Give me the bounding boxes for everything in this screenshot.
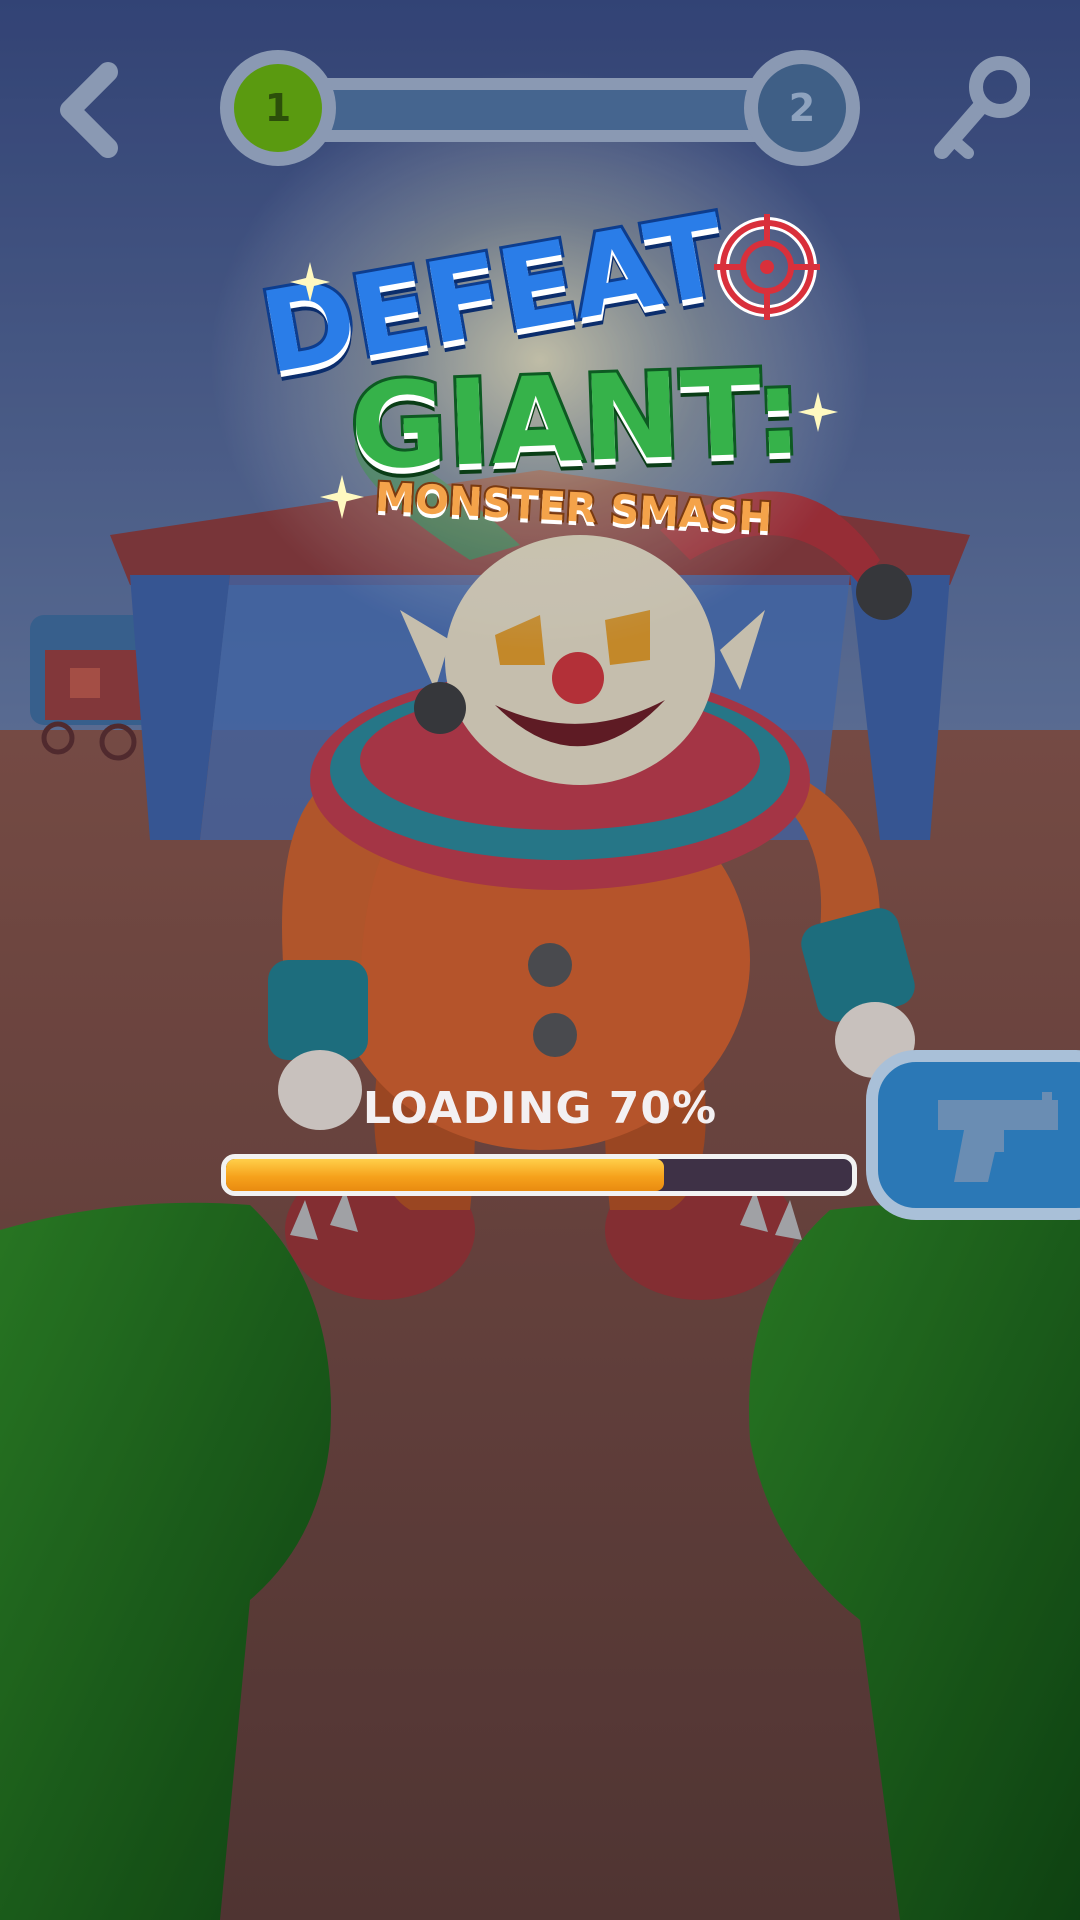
level-track <box>280 78 800 142</box>
level-progress: 1 2 <box>220 50 860 170</box>
pistol-icon <box>938 1092 1058 1182</box>
key-button[interactable] <box>930 55 1031 165</box>
sparkle-icon <box>290 262 330 302</box>
crosshair-target-icon <box>714 214 820 320</box>
next-level-badge: 2 <box>744 50 860 166</box>
back-button[interactable] <box>50 60 130 160</box>
current-level-badge: 1 <box>220 50 336 166</box>
loading-progress-bar <box>221 1154 857 1196</box>
sparkle-icon <box>798 392 838 432</box>
weapon-button[interactable] <box>866 1050 1080 1220</box>
game-logo: DEFEAT GIANT: MONSTER SMASH <box>230 188 850 560</box>
logo-subtitle: MONSTER SMASH <box>372 473 775 544</box>
loading-progress-fill <box>226 1159 665 1191</box>
chevron-left-icon <box>60 62 118 158</box>
sparkle-icon <box>320 475 364 519</box>
logo-title-line2: GIANT: <box>345 339 808 499</box>
key-icon <box>934 56 1031 159</box>
